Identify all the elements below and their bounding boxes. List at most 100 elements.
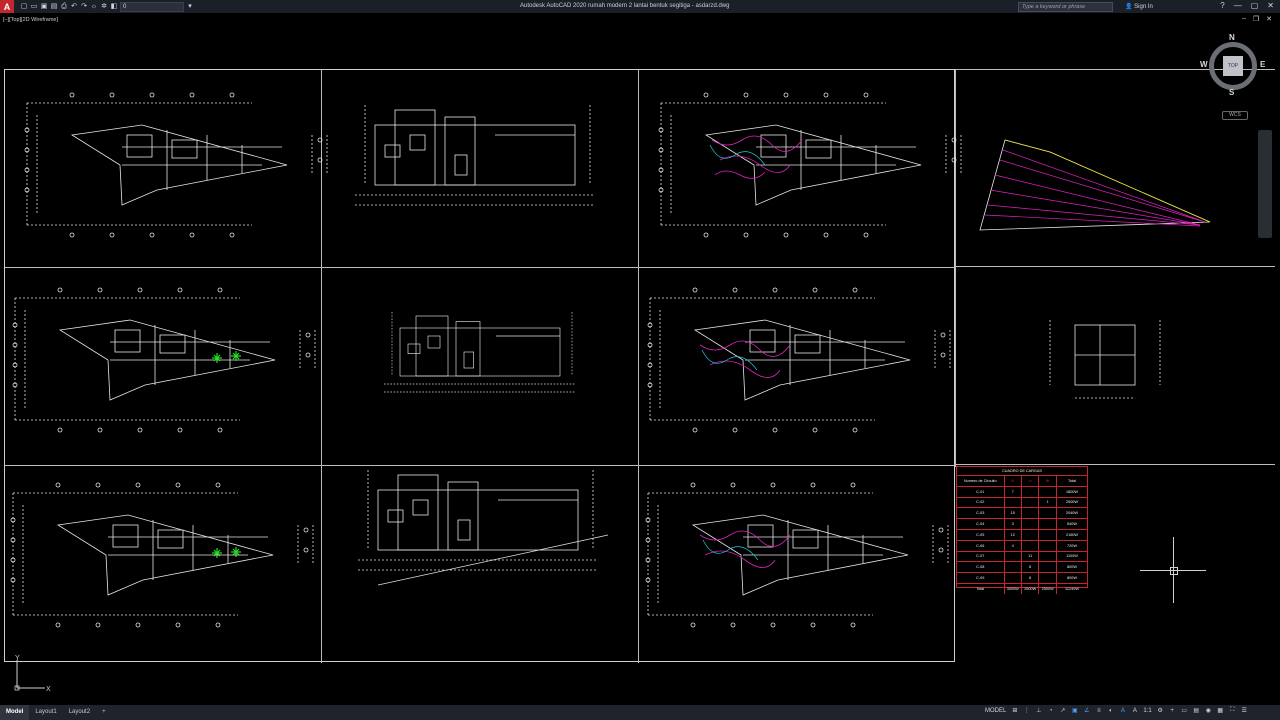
table-cell: C-03 <box>957 508 1005 519</box>
customization-menu-icon[interactable]: ☰ <box>1241 707 1248 714</box>
viewcube[interactable]: TOP N S W E <box>1200 33 1265 97</box>
workspace-gear-icon[interactable]: ⚙ <box>1157 707 1164 714</box>
viewcube-top-face[interactable]: TOP <box>1223 56 1243 76</box>
units-icon[interactable]: ▭ <box>1181 707 1188 714</box>
load-table-row: Total 3300W 2600W 2500W 11240W <box>957 583 1087 594</box>
table-cell: 540W <box>1067 522 1077 527</box>
table-cell <box>1039 562 1057 573</box>
table-cell: 7 <box>1005 486 1022 497</box>
table-cell: 12 <box>1005 529 1022 540</box>
section-detail[interactable] <box>1049 320 1161 399</box>
electrical-plan-first[interactable] <box>647 287 951 433</box>
table-cell <box>1039 529 1057 540</box>
navigation-bar[interactable] <box>1258 130 1272 238</box>
table-cell: 2160W <box>1065 532 1078 537</box>
table-cell: 2040W <box>1065 511 1078 516</box>
load-table-row: C-07 11 1100W <box>957 551 1087 563</box>
table-cell <box>1005 562 1022 573</box>
status-bar: MODEL ⊞ ⋮ ⊥ ◔ ↗ ▣ ∠ ≡ ◐ A A 1:1 ⚙ + ▭ ▤ … <box>985 707 1248 714</box>
floor-plan-first[interactable] <box>12 287 316 433</box>
table-cell <box>1039 573 1057 583</box>
table-cell: 8 <box>1022 562 1040 573</box>
floor-plan-ground[interactable] <box>24 92 328 238</box>
table-cell <box>1039 508 1057 519</box>
load-table-row: C-02 1 2500W <box>957 497 1087 509</box>
table-cell: 3 <box>1005 519 1022 529</box>
table-cell: 15 <box>1005 508 1022 519</box>
annotation-scale-icon[interactable]: A <box>1119 708 1126 714</box>
drawing-canvas[interactable] <box>0 0 1280 720</box>
ortho-icon[interactable]: ⊥ <box>1035 707 1042 714</box>
table-cell: 2500W <box>1065 500 1078 505</box>
header-cell: Total <box>1067 478 1076 483</box>
topographic-survey[interactable] <box>979 139 1211 231</box>
table-cell: 720W <box>1067 543 1077 548</box>
table-cell: 11240W <box>1065 586 1079 591</box>
light-icon: ▭ <box>1028 479 1033 484</box>
snap-icon[interactable]: ⋮ <box>1023 707 1030 714</box>
load-table-row: C-08 8 800W <box>957 562 1087 574</box>
header-cell: ⊘ <box>1005 476 1022 486</box>
load-table-row: C-01 7 1800W <box>957 486 1087 498</box>
add-icon[interactable]: + <box>1169 708 1176 714</box>
table-cell: C-07 <box>957 551 1005 562</box>
transparency-icon[interactable]: ◐ <box>1107 708 1114 714</box>
tab-layout1[interactable]: Layout1 <box>29 705 62 720</box>
table-cell <box>1039 519 1057 529</box>
electrical-plan-ground[interactable] <box>658 92 962 238</box>
isolate-icon[interactable]: ◉ <box>1205 707 1212 714</box>
annotation-visibility-icon[interactable]: A <box>1131 708 1138 714</box>
long-section[interactable] <box>357 469 599 571</box>
table-cell: C-02 <box>957 497 1005 508</box>
electrical-wiring <box>699 530 791 568</box>
grid-icon[interactable]: ⊞ <box>1011 707 1018 714</box>
load-table-title: CUADRO DE CARGAS <box>957 467 1087 476</box>
roof-plan[interactable] <box>10 482 314 628</box>
table-cell: C-06 <box>957 540 1005 551</box>
polar-icon[interactable]: ◔ <box>1047 708 1054 714</box>
cursor-pickbox <box>1170 567 1178 575</box>
scale-value[interactable]: 1:1 <box>1143 708 1151 714</box>
tracking-icon[interactable]: ∠ <box>1083 707 1090 714</box>
front-elevation[interactable] <box>354 104 596 206</box>
load-table-row: C-04 3 540W <box>957 519 1087 530</box>
model-space-button[interactable]: MODEL <box>985 708 1006 714</box>
table-cell: 2600W <box>1022 583 1040 594</box>
electrical-plan-roof[interactable] <box>645 482 949 628</box>
header-cell: ⊕ <box>1039 476 1057 486</box>
side-elevation[interactable] <box>383 311 577 393</box>
table-cell: 2500W <box>1039 583 1057 594</box>
add-layout-button[interactable]: + <box>96 705 112 720</box>
load-schedule-table: CUADRO DE CARGAS Numero de Circuito ⊘ ▭ … <box>956 466 1088 594</box>
table-cell: C-04 <box>957 519 1005 529</box>
table-cell: 8 <box>1022 573 1040 583</box>
table-cell <box>1005 551 1022 562</box>
tab-model[interactable]: Model <box>0 705 30 720</box>
table-cell: 1100W <box>1066 554 1078 559</box>
compass-east[interactable]: E <box>1260 60 1265 69</box>
ucs-x-label: X <box>46 686 51 693</box>
table-cell <box>1022 508 1040 519</box>
header-cell: Numero de Circuito <box>957 476 1005 486</box>
tab-layout2[interactable]: Layout2 <box>63 705 96 720</box>
compass-south[interactable]: S <box>1229 88 1234 97</box>
table-cell <box>1005 497 1022 508</box>
electrical-wiring <box>699 340 791 378</box>
table-cell: 3300W <box>1005 583 1022 594</box>
compass-west[interactable]: W <box>1200 60 1208 69</box>
table-cell: 1 <box>1039 497 1057 508</box>
ucs-y-label: Y <box>15 655 20 662</box>
compass-north[interactable]: N <box>1229 33 1235 42</box>
object-snap-icon[interactable]: ▣ <box>1071 707 1078 714</box>
outlet-icon: ⊘ <box>1011 479 1015 484</box>
load-table-row: C-09 8 800W <box>957 573 1087 584</box>
isodraft-icon[interactable]: ↗ <box>1059 707 1066 714</box>
wcs-menu[interactable]: WCS <box>1222 111 1248 120</box>
hardware-acceleration-icon[interactable]: ▦ <box>1217 707 1224 714</box>
lineweight-icon[interactable]: ≡ <box>1095 708 1102 714</box>
ucs-icon: Y X <box>14 655 51 693</box>
table-cell <box>1022 497 1040 508</box>
quick-properties-icon[interactable]: ▤ <box>1193 707 1200 714</box>
fullscreen-icon[interactable]: ⛶ <box>1229 707 1236 714</box>
table-cell <box>1022 540 1040 551</box>
